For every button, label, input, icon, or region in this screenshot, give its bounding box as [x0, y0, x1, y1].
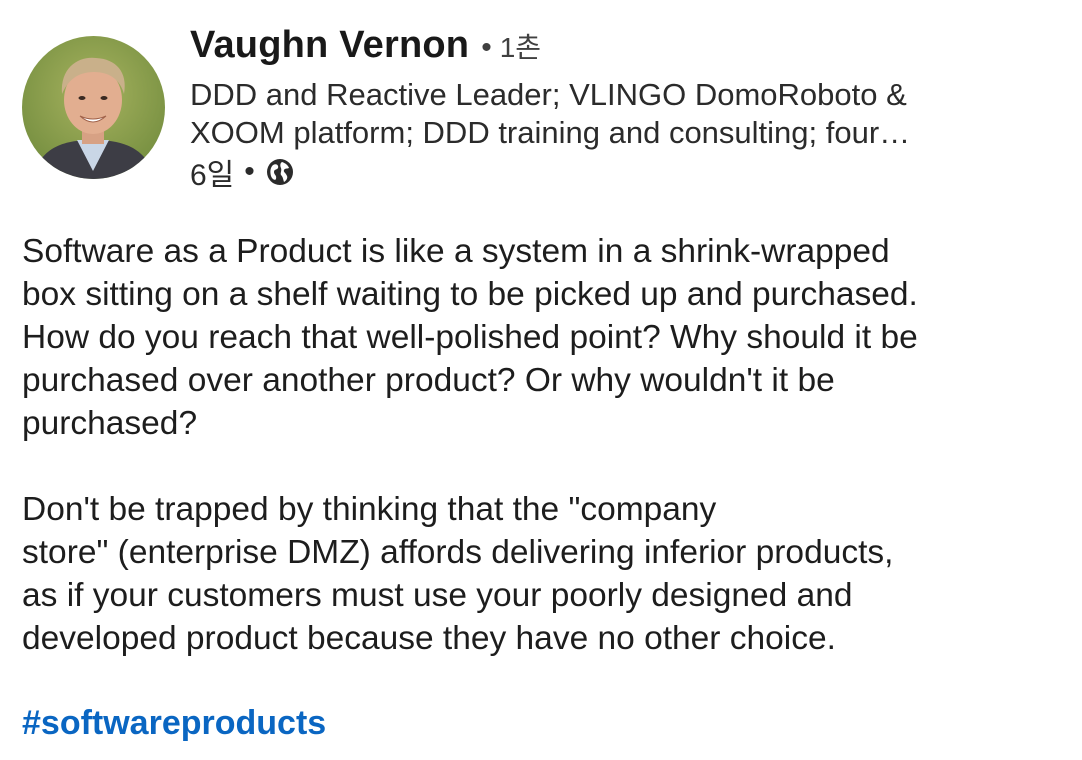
author-photo-icon — [22, 36, 165, 179]
post-text-line: purchased over another product? Or why w… — [22, 362, 835, 399]
post-timestamp: 6일 — [190, 159, 235, 192]
post-text-line: box sitting on a shelf waiting to be pic… — [22, 276, 918, 313]
author-headline: DDD and Reactive Leader; VLINGO DomoRobo… — [190, 76, 1020, 152]
post-text-line: as if your customers must use your poorl… — [22, 577, 853, 614]
separator-dot: • — [244, 155, 255, 188]
author-name[interactable]: Vaughn Vernon — [190, 24, 469, 67]
post-text-line: store" (enterprise DMZ) affords deliveri… — [22, 534, 894, 571]
connection-degree: 1촌 — [499, 32, 542, 63]
feed-post: Vaughn Vernon • 1촌 DDD and Reactive Lead… — [0, 0, 1082, 760]
headline-line: XOOM platform; DDD training and consulti… — [190, 115, 911, 150]
author-name-line: Vaughn Vernon • 1촌 — [190, 24, 1060, 76]
post-text-line: purchased? — [22, 405, 198, 442]
post-text-line: Don't be trapped by thinking that the "c… — [22, 491, 717, 528]
hashtag-link[interactable]: #softwareproducts — [22, 702, 326, 745]
post-meta: 6일 • — [190, 152, 1060, 192]
headline-line: DDD and Reactive Leader; VLINGO DomoRobo… — [190, 77, 907, 112]
separator-dot: • — [481, 31, 492, 64]
post-header: Vaughn Vernon • 1촌 DDD and Reactive Lead… — [190, 24, 1060, 192]
post-body: Software as a Product is like a system i… — [22, 230, 1062, 660]
post-text-line: developed product because they have no o… — [22, 620, 836, 657]
post-text-line: Software as a Product is like a system i… — [22, 233, 890, 270]
globe-icon — [265, 157, 295, 187]
author-avatar[interactable] — [22, 36, 165, 179]
post-text-line: How do you reach that well-polished poin… — [22, 319, 918, 356]
